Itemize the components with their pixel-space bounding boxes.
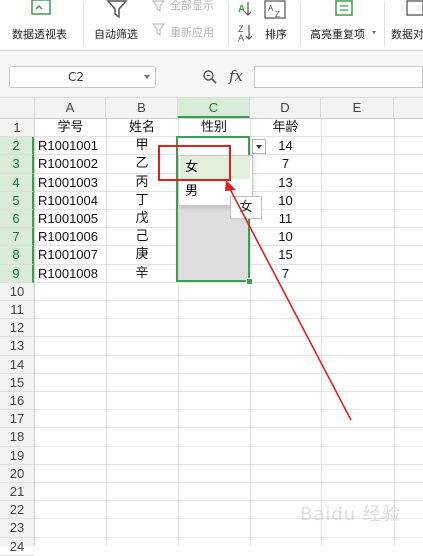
watermark: Baidu 经验 xyxy=(300,504,401,525)
annotation-arrow xyxy=(225,180,352,421)
